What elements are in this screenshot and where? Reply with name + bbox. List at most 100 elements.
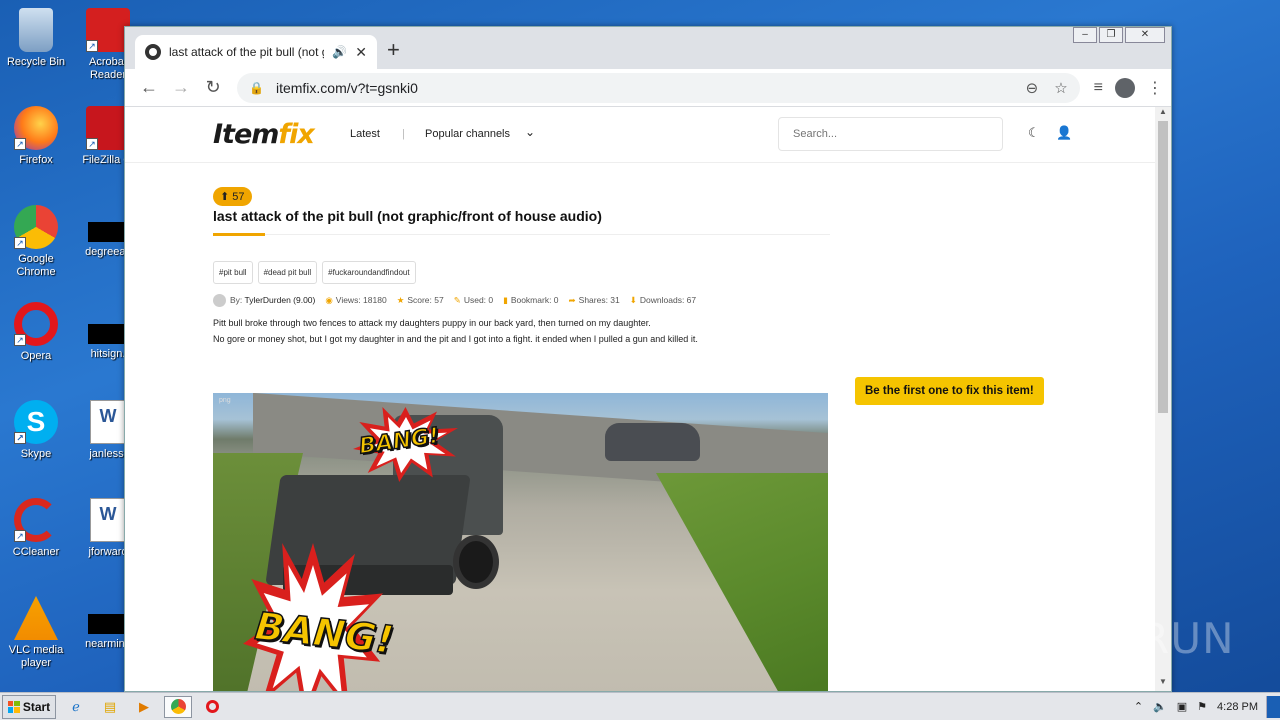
item-meta: By: TylerDurden (9.00) ◉ Views: 18180 ★ Sc… (213, 294, 830, 307)
windows-flag-icon (7, 700, 20, 713)
desktop-icon-firefox[interactable]: ↗ Firefox (0, 106, 72, 167)
chevron-down-icon[interactable]: ⌄ (525, 125, 535, 139)
author-link[interactable]: TylerDurden (9.00) (245, 295, 316, 305)
word-icon: W (90, 400, 126, 444)
firefox-icon: ↗ (14, 106, 58, 150)
meta-bookmark: ▮ Bookmark: 0 (503, 295, 559, 305)
window-controls: – ❐ ✕ (1073, 27, 1165, 43)
meta-shares: ➦ Shares: 31 (568, 295, 620, 305)
desktop-icon-opera[interactable]: ↗ Opera (0, 302, 72, 363)
menu-icon[interactable]: ⋮ (1147, 78, 1163, 98)
meta-downloads: ⬇ Downloads: 67 (629, 295, 697, 305)
show-desktop-button[interactable] (1266, 695, 1280, 718)
close-window-button[interactable]: ✕ (1125, 27, 1165, 43)
tag-list: #pit bull #dead pit bull #fuckaroundandf… (213, 261, 830, 284)
recycle-bin-icon (19, 8, 53, 52)
star-icon: ★ (396, 295, 405, 305)
desktop-icon-vlc[interactable]: VLC media player (0, 596, 72, 670)
tag-item[interactable]: #fuckaroundandfindout (322, 261, 416, 284)
tab-bar: last attack of the pit bull (not gr 🔊 ✕ … (125, 27, 1171, 69)
taskbar-media-player-icon[interactable]: ▶ (130, 696, 158, 718)
nav-latest[interactable]: Latest (350, 128, 380, 140)
minimize-button[interactable]: – (1073, 27, 1097, 43)
fix-item-button[interactable]: Be the first one to fix this item! (855, 377, 1044, 405)
tag-item[interactable]: #dead pit bull (257, 261, 318, 284)
desktop-icon-ccleaner[interactable]: ↗ CCleaner (0, 498, 72, 559)
tab-title: last attack of the pit bull (not gr (169, 45, 325, 59)
user-icon[interactable]: 👤 (1056, 125, 1072, 141)
taskbar-explorer-icon[interactable]: ▤ (96, 696, 124, 718)
meta-used: ✎ Used: 0 (453, 295, 494, 305)
zoom-icon[interactable]: ⊖ (1026, 79, 1039, 97)
itemfix-logo[interactable]: Itemfix (213, 119, 315, 150)
browser-toolbar: ← → ↻ 🔒 itemfix.com/v?t=gsnki0 ⊖ ☆ ≡ ⋮ (125, 69, 1171, 107)
tag-item[interactable]: #pit bull (213, 261, 253, 284)
page-scrollbar[interactable]: ▲ ▼ (1155, 107, 1171, 691)
item-description: Pitt bull broke through two fences to at… (213, 318, 698, 344)
clock[interactable]: 4:28 PM (1217, 701, 1258, 713)
scrollbar-thumb[interactable] (1158, 121, 1168, 413)
anyrun-watermark: ANY RUN (1037, 614, 1235, 663)
item-title: last attack of the pit bull (not graphic… (213, 208, 602, 224)
meta-score: ★ Score: 57 (396, 295, 444, 305)
bookmark-star-icon[interactable]: ☆ (1054, 79, 1067, 97)
back-button[interactable]: ← (133, 72, 165, 104)
media-label: png (219, 397, 231, 404)
scroll-down-icon[interactable]: ▼ (1155, 677, 1171, 691)
download-icon: ⬇ (629, 295, 637, 305)
title-divider (213, 233, 830, 236)
desktop-icon-chrome[interactable]: ↗ Google Chrome (0, 205, 72, 279)
desktop-icon-recycle-bin[interactable]: Recycle Bin (0, 8, 72, 69)
taskbar-opera-icon[interactable] (198, 696, 226, 718)
speaker-icon[interactable]: 🔊 (332, 45, 347, 59)
tray-expand-icon[interactable]: ⌃ (1134, 700, 1143, 713)
bookmark-icon: ▮ (503, 295, 508, 305)
ccleaner-icon: ↗ (14, 498, 58, 542)
address-bar[interactable]: 🔒 itemfix.com/v?t=gsnki0 ⊖ ☆ (237, 72, 1080, 103)
score-badge[interactable]: ⬆ 57 (213, 187, 252, 206)
media-lawn-right (656, 473, 828, 691)
taskbar-ie-icon[interactable]: ℯ (62, 696, 90, 718)
forward-button[interactable]: → (165, 72, 197, 104)
avatar (213, 294, 226, 307)
start-button[interactable]: Start (2, 694, 56, 719)
url-text[interactable]: itemfix.com/v?t=gsnki0 (276, 80, 1010, 96)
browser-tab[interactable]: last attack of the pit bull (not gr 🔊 ✕ (135, 35, 377, 69)
desktop-icon-skype[interactable]: S ↗ Skype (0, 400, 72, 461)
desktop-icons: Recycle Bin ↗ Acrobat Reader ↗ Firefox ↗… (0, 0, 135, 692)
action-center-flag-icon[interactable]: ⚑ (1197, 700, 1207, 713)
upvote-icon: ⬆ (220, 191, 230, 203)
meta-views: ◉ Views: 18180 (325, 295, 387, 305)
wrench-icon: ✎ (453, 295, 461, 305)
taskbar: Start ℯ ▤ ▶ ⌃ 🔈 ▣ ⚑ 4:28 PM (0, 692, 1280, 720)
favicon-icon (145, 44, 161, 60)
taskbar-chrome-icon[interactable] (164, 695, 192, 718)
browser-window: last attack of the pit bull (not gr 🔊 ✕ … (124, 26, 1172, 692)
nav-popular-channels[interactable]: Popular channels (425, 128, 510, 140)
share-icon: ➦ (568, 295, 576, 305)
page-viewport: Itemfix Latest | Popular channels ⌄ ☾ 👤 … (125, 107, 1171, 691)
scroll-up-icon[interactable]: ▲ (1155, 107, 1171, 121)
reload-button[interactable]: ↻ (197, 72, 229, 104)
nav-separator: | (402, 128, 405, 140)
profile-icon[interactable] (1115, 77, 1135, 98)
site-header: Itemfix Latest | Popular channels ⌄ ☾ 👤 (125, 107, 1171, 163)
opera-icon: ↗ (14, 302, 58, 346)
item-media[interactable]: png BANG! BANG! (213, 393, 828, 691)
word-icon: W (90, 498, 126, 542)
volume-icon[interactable]: 🔈 (1153, 700, 1167, 713)
dark-mode-icon[interactable]: ☾ (1028, 125, 1040, 141)
new-tab-button[interactable]: + (387, 39, 400, 61)
lock-icon: 🔒 (249, 80, 264, 95)
restore-button[interactable]: ❐ (1099, 27, 1123, 43)
system-tray: ⌃ 🔈 ▣ ⚑ 4:28 PM (1126, 700, 1266, 714)
meta-author: By: TylerDurden (9.00) (213, 294, 315, 307)
network-icon[interactable]: ▣ (1177, 700, 1187, 713)
skype-icon: S ↗ (14, 400, 58, 444)
close-tab-icon[interactable]: ✕ (355, 44, 367, 61)
media-control-icon[interactable]: ≡ (1094, 79, 1103, 97)
search-input[interactable] (778, 117, 1003, 151)
item-content: ⬆ 57 last attack of the pit bull (not gr… (213, 187, 830, 347)
vlc-icon (14, 596, 58, 640)
chrome-icon: ↗ (14, 205, 58, 249)
